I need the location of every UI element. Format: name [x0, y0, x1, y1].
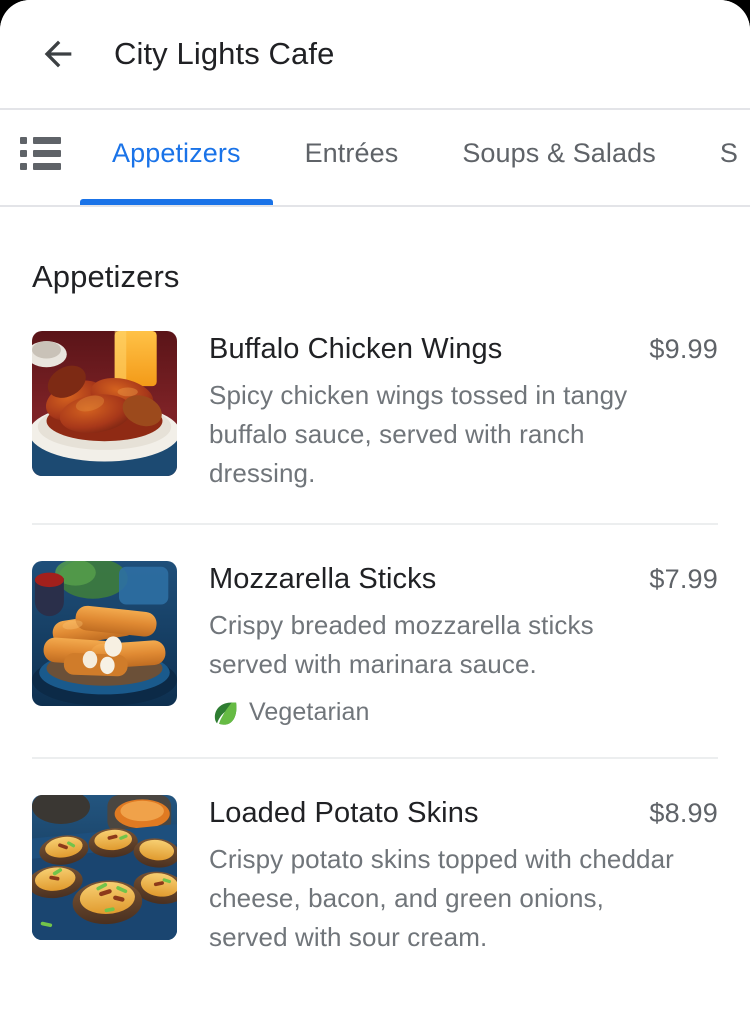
menu-item-name: Mozzarella Sticks — [209, 563, 437, 595]
list-icon-row — [19, 163, 61, 170]
dietary-tag-label: Vegetarian — [249, 698, 370, 726]
menu-item-thumbnail — [32, 795, 177, 940]
list-icon-dot — [19, 137, 27, 144]
menu-item[interactable]: Mozzarella Sticks $7.99 Crispy breaded m… — [32, 523, 718, 757]
menu-item-body: Loaded Potato Skins $8.99 Crispy potato … — [177, 795, 718, 957]
list-icon-row — [19, 137, 61, 144]
tab-partial-next[interactable]: S — [688, 110, 750, 205]
dietary-tag: Vegetarian — [209, 698, 718, 727]
menu-item-price: $7.99 — [649, 564, 718, 594]
arrow-left-icon — [44, 40, 72, 68]
menu-item-thumbnail — [32, 331, 177, 476]
menu-item-description: Crispy potato skins topped with cheddar … — [209, 844, 674, 952]
tab-appetizers[interactable]: Appetizers — [80, 110, 273, 205]
app-screen: City Lights Cafe Appetizers Entrées Soup… — [0, 0, 750, 1010]
tab-label: Entrées — [304, 138, 399, 168]
menu-item-description: Crispy breaded mozzarella sticks served … — [209, 610, 594, 679]
menu-item-name: Buffalo Chicken Wings — [209, 333, 503, 365]
leaf-icon — [214, 702, 237, 725]
tab-label: S — [719, 138, 738, 168]
tab-label: Appetizers — [112, 138, 241, 168]
buffalo-chicken-wings-photo — [32, 331, 177, 476]
menu-item-list: Buffalo Chicken Wings $9.99 Spicy chicke… — [0, 295, 750, 987]
list-icon[interactable] — [0, 110, 80, 205]
menu-item-price: $9.99 — [649, 334, 718, 364]
menu-item-thumbnail — [32, 561, 177, 706]
page-title: City Lights Cafe — [114, 36, 335, 71]
tab-label: Soups & Salads — [462, 138, 656, 168]
menu-item-name: Loaded Potato Skins — [209, 797, 479, 829]
tab-entrees[interactable]: Entrées — [273, 110, 431, 205]
app-header: City Lights Cafe — [0, 0, 750, 110]
menu-item[interactable]: Loaded Potato Skins $8.99 Crispy potato … — [32, 757, 718, 987]
list-icon-dot — [19, 150, 27, 157]
menu-item-header: Buffalo Chicken Wings $9.99 — [209, 333, 718, 366]
back-button[interactable] — [30, 26, 86, 82]
menu-item[interactable]: Buffalo Chicken Wings $9.99 Spicy chicke… — [32, 295, 718, 523]
list-icon-glyph — [19, 137, 61, 170]
loaded-potato-skins-photo — [32, 795, 177, 940]
menu-item-body: Buffalo Chicken Wings $9.99 Spicy chicke… — [177, 331, 718, 493]
list-icon-bar — [32, 137, 61, 144]
section-heading: Appetizers — [32, 259, 180, 294]
tab-soups-and-salads[interactable]: Soups & Salads — [430, 110, 688, 205]
list-icon-bar — [32, 150, 61, 157]
menu-item-header: Mozzarella Sticks $7.99 — [209, 563, 718, 596]
list-icon-bar — [32, 163, 61, 170]
mozzarella-sticks-photo — [32, 561, 177, 706]
category-tab-bar: Appetizers Entrées Soups & Salads S — [0, 110, 750, 207]
menu-item-body: Mozzarella Sticks $7.99 Crispy breaded m… — [177, 561, 718, 727]
menu-content[interactable]: Appetizers Buffalo Chicken Wings $9.99 S… — [0, 207, 750, 1010]
list-icon-dot — [19, 163, 27, 170]
menu-item-price: $8.99 — [649, 798, 718, 828]
list-icon-row — [19, 150, 61, 157]
menu-item-description: Spicy chicken wings tossed in tangy buff… — [209, 380, 628, 488]
menu-item-header: Loaded Potato Skins $8.99 — [209, 797, 718, 830]
